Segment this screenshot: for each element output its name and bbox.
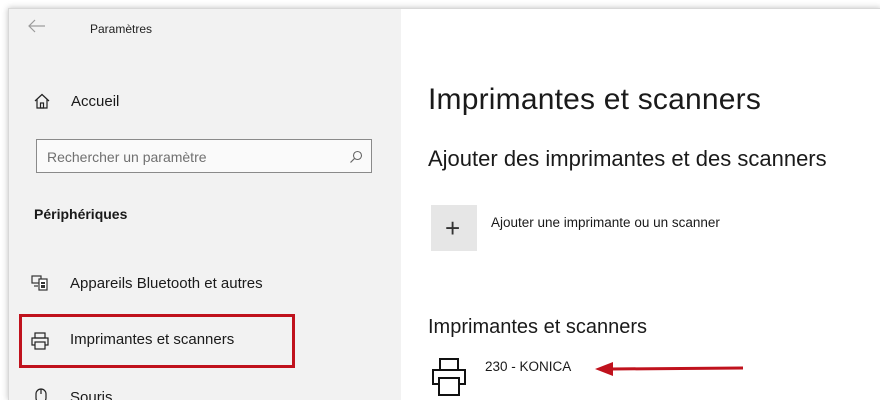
device-item-label[interactable]: 230 - KONICA: [485, 359, 571, 374]
settings-window: Paramètres Accueil Rechercher un paramèt…: [8, 8, 880, 400]
sidebar-item-home[interactable]: Accueil: [71, 93, 119, 110]
search-placeholder: Rechercher un paramètre: [47, 149, 207, 165]
search-icon[interactable]: [349, 150, 363, 164]
back-arrow-icon[interactable]: [27, 19, 47, 33]
main-content: Imprimantes et scanners Ajouter des impr…: [401, 9, 880, 400]
section-label-devices: Périphériques: [34, 206, 128, 222]
add-printer-button[interactable]: +: [431, 205, 477, 251]
page-title: Imprimantes et scanners: [428, 83, 762, 116]
sidebar: Paramètres Accueil Rechercher un paramèt…: [9, 9, 401, 400]
printer-icon[interactable]: [431, 357, 467, 397]
plus-icon: +: [445, 213, 461, 243]
devices-section-heading: Imprimantes et scanners: [428, 316, 647, 338]
sidebar-item-mouse[interactable]: Souris: [70, 389, 113, 400]
add-printer-label[interactable]: Ajouter une imprimante ou un scanner: [491, 215, 720, 230]
mouse-icon: [35, 388, 47, 400]
home-icon: [34, 93, 50, 109]
sidebar-item-bluetooth[interactable]: Appareils Bluetooth et autres: [70, 275, 263, 292]
sidebar-item-printers[interactable]: Imprimantes et scanners: [70, 331, 234, 348]
printer-icon: [31, 332, 49, 350]
bluetooth-devices-icon: [31, 275, 48, 291]
add-section-heading: Ajouter des imprimantes et des scanners: [428, 146, 827, 171]
window-title: Paramètres: [90, 22, 153, 36]
search-input[interactable]: Rechercher un paramètre: [36, 139, 372, 173]
annotation-arrow-icon: [595, 362, 744, 376]
